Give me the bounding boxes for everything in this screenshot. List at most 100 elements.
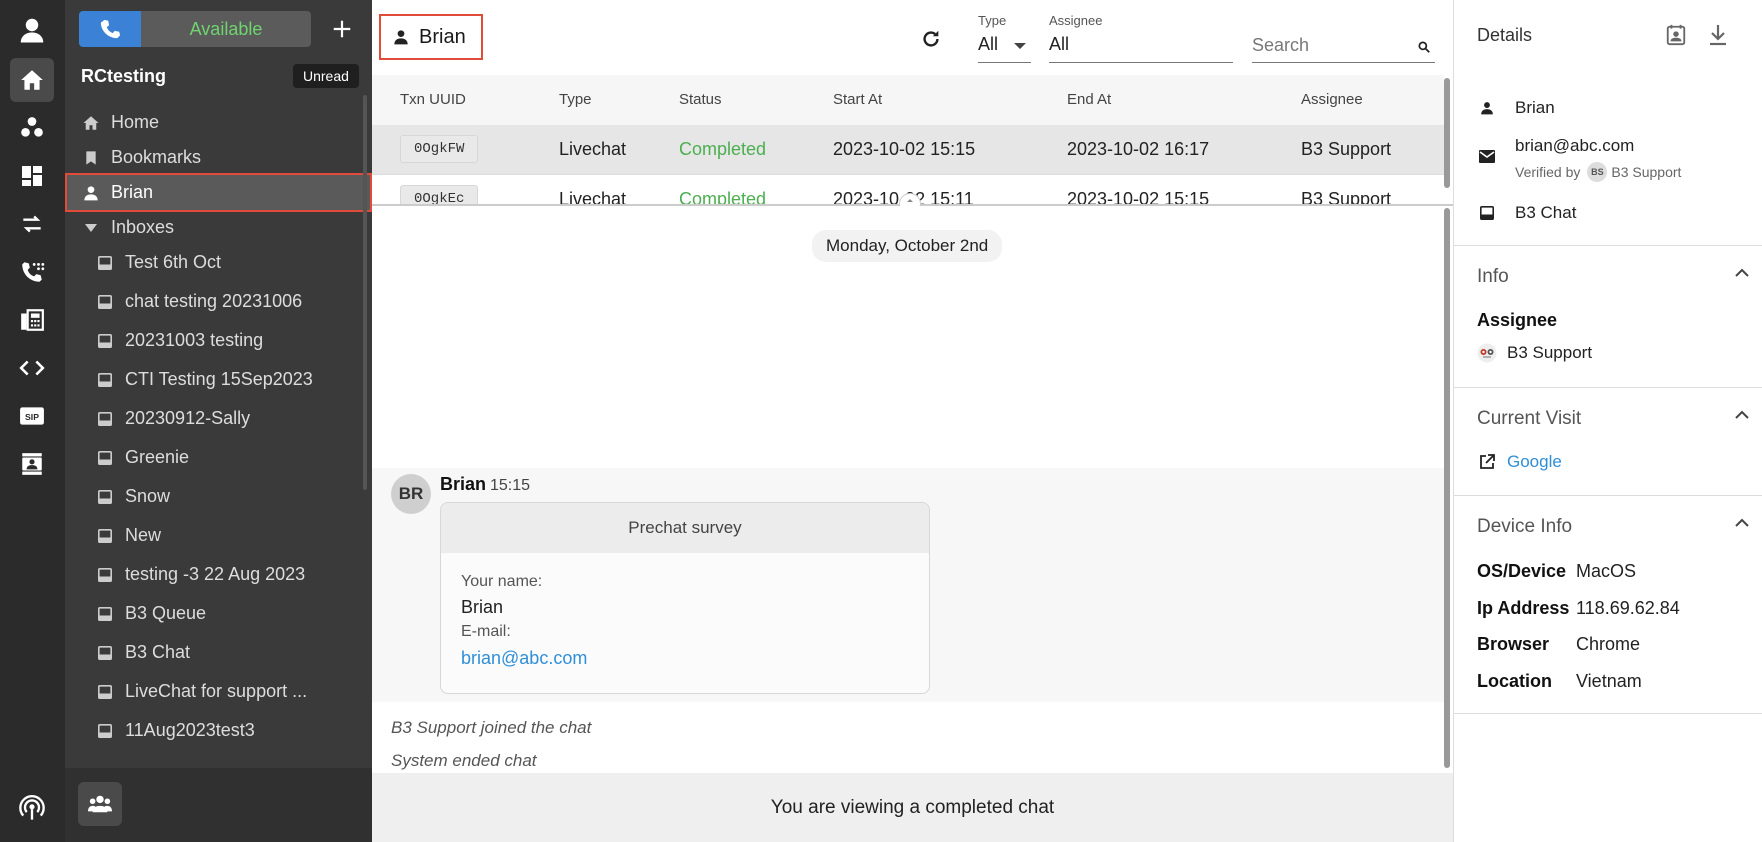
column-header-assignee[interactable]: Assignee bbox=[1301, 91, 1363, 108]
person-icon bbox=[394, 30, 408, 45]
inbox-icon bbox=[95, 682, 115, 702]
unread-filter-button[interactable]: Unread bbox=[293, 64, 359, 88]
device-key: OS/Device bbox=[1477, 561, 1567, 581]
sidebar-inbox-item[interactable]: New bbox=[65, 516, 372, 555]
contact-email-row: brian@abc.com Verified by BS B3 Support bbox=[1477, 136, 1681, 182]
team-button[interactable] bbox=[78, 782, 122, 826]
sidebar-item-label: Bookmarks bbox=[111, 147, 202, 167]
sidebar-inbox-item[interactable]: B3 Queue bbox=[65, 594, 372, 633]
visit-row: Google bbox=[1477, 452, 1562, 472]
chevron-up-icon[interactable] bbox=[1735, 268, 1749, 277]
availability-status-button[interactable]: Available bbox=[141, 11, 311, 47]
team-icon bbox=[88, 795, 112, 813]
assignee-filter-input[interactable]: All bbox=[1049, 34, 1069, 55]
assignee-row: B3 Support bbox=[1477, 343, 1592, 363]
cell-status: Completed bbox=[679, 139, 767, 159]
broadcast-icon[interactable] bbox=[10, 786, 54, 830]
contacts-group-icon[interactable] bbox=[10, 106, 54, 150]
chat-transcript: Monday, October 2nd BR Brian 15:15 Prech… bbox=[372, 206, 1453, 773]
sidebar-inbox-label: chat testing 20231006 bbox=[125, 291, 303, 311]
contact-name: Brian bbox=[1515, 98, 1555, 117]
dashboard-icon[interactable] bbox=[10, 154, 54, 198]
sidebar-inbox-label: CTI Testing 15Sep2023 bbox=[125, 369, 313, 389]
column-header-start[interactable]: Start At bbox=[833, 91, 882, 108]
sidebar-item-inboxes[interactable]: Inboxes bbox=[65, 208, 372, 247]
section-divider bbox=[1454, 387, 1762, 388]
cell-end: 2023-10-02 16:17 bbox=[1067, 139, 1210, 159]
sidebar-inbox-item[interactable]: 20231003 testing bbox=[65, 321, 372, 360]
sidebar-inbox-item[interactable]: Test 6th Oct bbox=[65, 243, 372, 282]
survey-title: Prechat survey bbox=[441, 503, 929, 553]
info-section-header[interactable]: Info bbox=[1477, 266, 1509, 288]
agent-avatar-icon bbox=[1477, 343, 1497, 363]
fax-icon[interactable] bbox=[10, 298, 54, 342]
section-divider bbox=[1454, 495, 1762, 496]
person-icon bbox=[81, 183, 101, 203]
refresh-button[interactable] bbox=[920, 28, 942, 50]
survey-email-link[interactable]: brian@abc.com bbox=[461, 648, 587, 669]
type-filter-select[interactable]: All bbox=[978, 34, 998, 55]
sidebar-inbox-item[interactable]: 11Aug2023test3 bbox=[65, 711, 372, 750]
contact-card-icon[interactable] bbox=[1665, 24, 1687, 46]
chevron-up-icon[interactable] bbox=[1735, 410, 1749, 419]
date-separator: Monday, October 2nd bbox=[812, 230, 1003, 262]
bookmark-icon bbox=[81, 148, 101, 168]
add-button[interactable] bbox=[327, 14, 357, 44]
phone-dialpad-icon[interactable] bbox=[10, 250, 54, 294]
sidebar-inbox-item[interactable]: B3 Chat bbox=[65, 633, 372, 672]
visit-link[interactable]: Google bbox=[1507, 452, 1562, 472]
sidebar-inbox-item[interactable]: 20230912-Sally bbox=[65, 399, 372, 438]
search-input[interactable]: Search bbox=[1252, 35, 1309, 56]
home-icon[interactable] bbox=[10, 58, 54, 102]
sidebar-inbox-item[interactable]: testing -3 22 Aug 2023 bbox=[65, 555, 372, 594]
chevron-up-icon[interactable] bbox=[1735, 518, 1749, 527]
sidebar-item-brian[interactable]: Brian bbox=[65, 173, 372, 212]
user-profile-icon[interactable] bbox=[10, 8, 54, 52]
sidebar-inbox-item[interactable]: Greenie bbox=[65, 438, 372, 477]
sidebar: Available RCtesting Unread Home Bookmark… bbox=[65, 0, 372, 842]
sidebar-inbox-item[interactable]: LiveChat for support ... bbox=[65, 672, 372, 711]
contact-book-icon[interactable] bbox=[10, 442, 54, 486]
sip-icon[interactable]: SIP bbox=[10, 394, 54, 438]
column-header-status[interactable]: Status bbox=[679, 91, 722, 108]
current-visit-section-header[interactable]: Current Visit bbox=[1477, 408, 1581, 430]
download-icon[interactable] bbox=[1708, 24, 1728, 46]
sidebar-inbox-label: Greenie bbox=[125, 447, 190, 467]
svg-text:SIP: SIP bbox=[25, 412, 39, 422]
transfer-icon[interactable] bbox=[10, 202, 54, 246]
inbox-icon bbox=[95, 292, 115, 312]
sidebar-inbox-item[interactable]: Snow bbox=[65, 477, 372, 516]
device-key: Location bbox=[1477, 671, 1552, 691]
column-header-type[interactable]: Type bbox=[559, 91, 592, 108]
survey-name-label: Your name: bbox=[461, 573, 543, 590]
phone-button[interactable] bbox=[79, 11, 141, 47]
cell-end: 2023-10-02 15:15 bbox=[1067, 189, 1210, 204]
code-icon[interactable] bbox=[10, 346, 54, 390]
column-header-uuid[interactable]: Txn UUID bbox=[400, 91, 466, 108]
contact-chip[interactable]: Brian bbox=[379, 14, 483, 60]
assignee-name: B3 Support bbox=[1507, 343, 1593, 362]
device-info-section-header[interactable]: Device Info bbox=[1477, 516, 1572, 538]
table-scrollbar[interactable] bbox=[1444, 78, 1450, 188]
chat-scrollbar[interactable] bbox=[1444, 208, 1450, 768]
cell-start: 2023-10-02 15:15 bbox=[833, 139, 976, 159]
survey-email-label: E-mail: bbox=[461, 623, 511, 640]
column-header-end[interactable]: End At bbox=[1067, 91, 1111, 108]
sidebar-inbox-label: Test 6th Oct bbox=[125, 252, 222, 272]
sidebar-item-home[interactable]: Home bbox=[65, 103, 372, 142]
sidebar-inbox-item[interactable]: chat testing 20231006 bbox=[65, 282, 372, 321]
inbox-icon bbox=[95, 370, 115, 390]
survey-name-value: Brian bbox=[461, 597, 504, 617]
sidebar-inbox-label: B3 Queue bbox=[125, 603, 207, 623]
table-row[interactable]: 0OgkFW Livechat Completed 2023-10-02 15:… bbox=[372, 125, 1444, 175]
dropdown-arrow-icon[interactable] bbox=[1013, 42, 1027, 50]
sidebar-scrollbar[interactable] bbox=[363, 95, 367, 490]
sidebar-item-label: Inboxes bbox=[111, 217, 175, 237]
sidebar-item-bookmarks[interactable]: Bookmarks bbox=[65, 138, 372, 177]
sidebar-inbox-item[interactable]: CTI Testing 15Sep2023 bbox=[65, 360, 372, 399]
avatar: BR bbox=[391, 474, 431, 514]
sidebar-item-label: Home bbox=[111, 112, 160, 132]
search-underline bbox=[1252, 62, 1435, 63]
completed-chat-banner: You are viewing a completed chat bbox=[372, 773, 1453, 842]
search-icon[interactable] bbox=[1417, 40, 1431, 54]
